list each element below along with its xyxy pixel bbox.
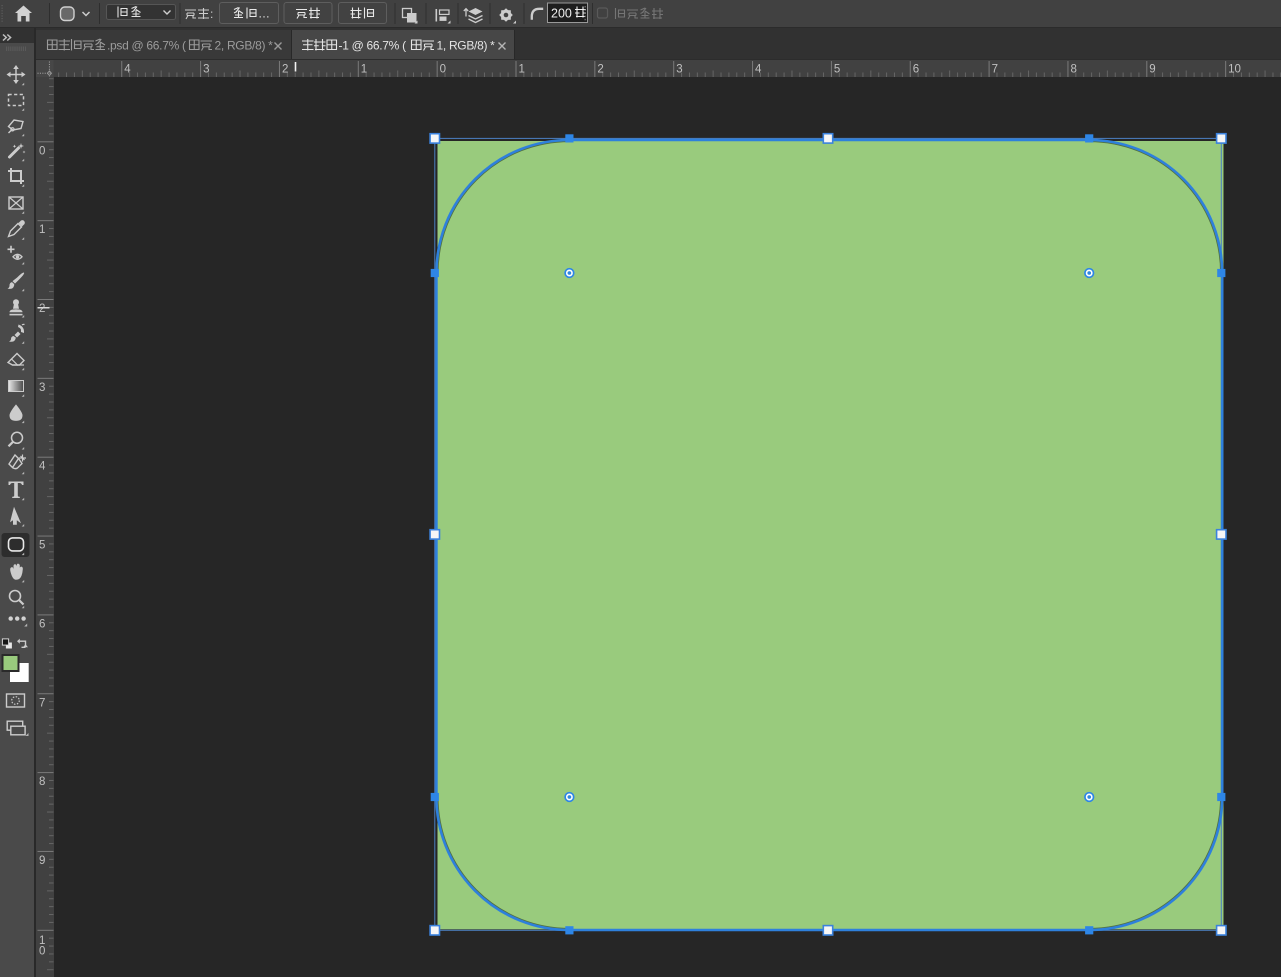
svg-text:6: 6: [39, 618, 45, 630]
svg-text:7: 7: [39, 697, 45, 709]
svg-text:…: …: [258, 7, 270, 21]
svg-text:2: 2: [39, 303, 45, 315]
svg-text:4: 4: [39, 461, 46, 473]
svg-text:1: 1: [39, 224, 45, 236]
svg-text:5: 5: [39, 540, 45, 552]
svg-text:0: 0: [39, 145, 45, 157]
svg-text:2, RGB/8) *: 2, RGB/8) *: [215, 39, 274, 53]
svg-text:.psd @ 66.7% (: .psd @ 66.7% (: [107, 39, 186, 53]
svg-text:4: 4: [124, 64, 131, 76]
svg-text:1, RGB/8) *: 1, RGB/8) *: [437, 39, 496, 53]
svg-text:10: 10: [1228, 64, 1241, 76]
svg-text:-1 @ 66.7% (: -1 @ 66.7% (: [339, 39, 407, 53]
svg-text:200: 200: [551, 7, 572, 21]
svg-text:9: 9: [39, 855, 45, 867]
svg-text:4: 4: [755, 64, 762, 76]
svg-text:3: 3: [39, 382, 45, 394]
svg-text:0: 0: [39, 945, 45, 957]
svg-text:8: 8: [39, 776, 45, 788]
svg-text::: :: [210, 7, 213, 21]
